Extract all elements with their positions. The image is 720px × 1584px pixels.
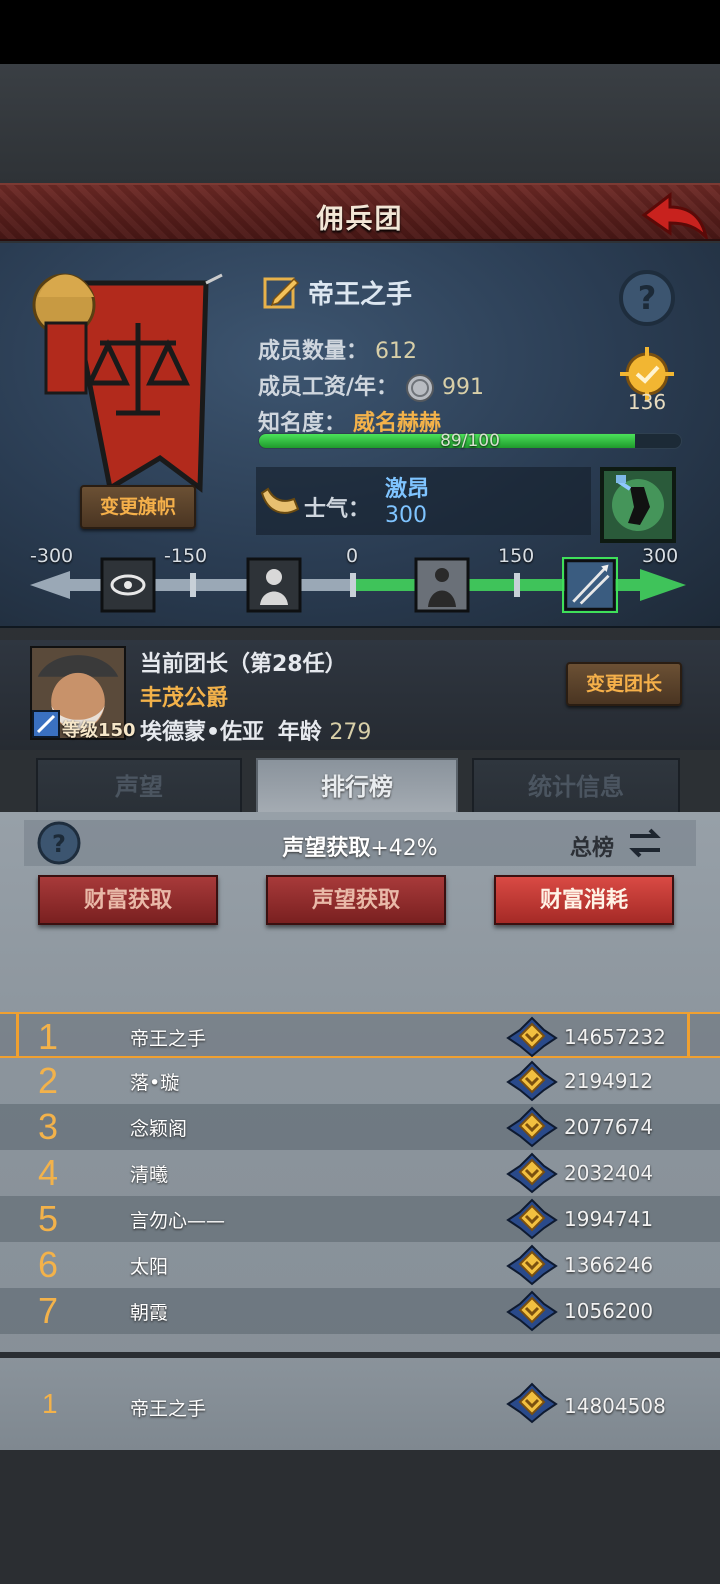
rank-score: 1994741 xyxy=(564,1207,654,1231)
tab-statistics[interactable]: 统计信息 xyxy=(472,758,680,814)
leader-level: 等级150 xyxy=(62,720,136,741)
board-toggle-label[interactable]: 总榜 xyxy=(570,830,614,862)
my-rank-number: 1 xyxy=(42,1388,58,1419)
rank-guild-name: 太阳 xyxy=(130,1256,169,1278)
morale-value: 300 xyxy=(385,503,427,528)
leader-title: 当前团长（第28任） xyxy=(140,652,347,677)
gold-emblem-icon xyxy=(506,1106,558,1148)
horn-icon xyxy=(260,487,300,514)
leader-name: 埃德蒙•佐亚 xyxy=(140,720,265,745)
gold-emblem-icon xyxy=(506,1016,558,1058)
my-rank-name: 帝王之手 xyxy=(130,1398,207,1420)
leader-section: 等级150 当前团长（第28任） 丰茂公爵 埃德蒙•佐亚 年龄 279 变更团长 xyxy=(0,640,720,750)
edit-name-icon[interactable] xyxy=(262,273,300,311)
scale-label-0: 0 xyxy=(346,545,359,567)
gold-emblem-icon xyxy=(506,1290,558,1332)
title-bar: 佣兵团 xyxy=(0,183,720,241)
rank-guild-name: 帝王之手 xyxy=(130,1028,207,1050)
salary-value: 991 xyxy=(442,375,485,400)
swap-icon[interactable] xyxy=(626,824,664,862)
ranking-row[interactable]: 2 落•璇 2194912 xyxy=(0,1058,720,1104)
rank-score: 1366246 xyxy=(564,1253,654,1277)
ranking-row[interactable]: 1 帝王之手 14657232 xyxy=(0,1012,720,1058)
ranking-row[interactable]: 5 言勿心—— 1994741 xyxy=(0,1196,720,1242)
rank-number: 2 xyxy=(38,1060,59,1101)
member-count-row: 成员数量： 612 xyxy=(258,333,417,365)
morale-state: 激昂 xyxy=(385,477,430,502)
rank-number: 7 xyxy=(38,1290,59,1331)
my-rank-score: 14804508 xyxy=(564,1394,666,1418)
despair-icon[interactable] xyxy=(246,557,302,613)
rank-guild-name: 言勿心—— xyxy=(130,1210,226,1232)
tab-reputation[interactable]: 声望 xyxy=(36,758,242,814)
member-count-label: 成员数量： xyxy=(258,339,369,364)
gold-emblem-icon xyxy=(506,1244,558,1286)
guild-name: 帝王之手 xyxy=(308,279,413,310)
gold-emblem-icon xyxy=(506,1152,558,1194)
scale-label-minus150: -150 xyxy=(164,545,208,567)
panic-eye-icon[interactable] xyxy=(100,557,156,613)
tab-bar: 声望 排行榜 统计信息 xyxy=(30,758,686,818)
fame-bonus-label: 声望获取 xyxy=(282,836,371,861)
bottom-area xyxy=(0,1450,720,1584)
rank-guild-name: 清曦 xyxy=(130,1164,169,1186)
fame-progress-text: 89/100 xyxy=(440,431,500,451)
ranking-row[interactable]: 4 清曦 2032404 xyxy=(0,1150,720,1196)
my-rank-row[interactable]: 1 帝王之手 14804508 xyxy=(0,1352,720,1450)
sword-level-icon xyxy=(32,710,60,738)
rank-number: 1 xyxy=(38,1016,59,1057)
rank-guild-name: 落•璇 xyxy=(130,1072,180,1094)
gold-emblem-icon xyxy=(506,1382,558,1424)
scale-label-300: 300 xyxy=(642,545,679,567)
silver-coin-icon xyxy=(406,374,435,402)
salary-label: 成员工资/年： xyxy=(258,375,399,400)
status-bar-area xyxy=(0,0,720,64)
medal-count: 136 xyxy=(627,390,667,414)
charging-soldier-icon[interactable] xyxy=(600,467,676,543)
ranking-row[interactable]: 6 太阳 1366246 xyxy=(0,1242,720,1288)
member-count-value: 612 xyxy=(375,339,418,364)
fame-bonus-value: +42% xyxy=(370,836,438,861)
wealth-spent-button[interactable]: 财富消耗 xyxy=(494,875,674,925)
gold-emblem-icon xyxy=(506,1198,558,1240)
scale-label-minus300: -300 xyxy=(30,545,74,567)
ranking-row[interactable]: 7 朝霞 1056200 xyxy=(0,1288,720,1334)
rank-score: 2194912 xyxy=(564,1069,654,1093)
rank-score: 1056200 xyxy=(564,1299,654,1323)
morale-label: 士气： xyxy=(304,497,371,522)
rank-number: 6 xyxy=(38,1244,59,1285)
calm-icon[interactable] xyxy=(414,557,470,613)
change-leader-button[interactable]: 变更团长 xyxy=(566,662,682,706)
gold-emblem-icon xyxy=(506,1060,558,1102)
guild-banner-icon[interactable] xyxy=(30,263,230,493)
svg-text:?: ? xyxy=(638,279,657,317)
rank-guild-name: 朝霞 xyxy=(130,1302,169,1324)
leader-info-row: 埃德蒙•佐亚 年龄 279 xyxy=(140,714,371,746)
salary-row: 成员工资/年： 991 xyxy=(258,369,484,403)
rank-score: 14657232 xyxy=(564,1025,666,1049)
fame-gain-button[interactable]: 声望获取 xyxy=(266,875,446,925)
rank-guild-name: 念颖阁 xyxy=(130,1118,188,1140)
page-title: 佣兵团 xyxy=(316,204,404,235)
ranking-row[interactable]: 3 念颖阁 2077674 xyxy=(0,1104,720,1150)
leader-age-label: 年龄 xyxy=(277,720,322,745)
wealth-gain-button[interactable]: 财富获取 xyxy=(38,875,218,925)
change-flag-button[interactable]: 变更旗帜 xyxy=(80,485,196,529)
rank-score: 2077674 xyxy=(564,1115,654,1139)
scale-label-150: 150 xyxy=(498,545,535,567)
help-icon[interactable]: ? xyxy=(618,269,676,327)
leader-rank-title: 丰茂公爵 xyxy=(140,686,229,711)
back-arrow-icon[interactable] xyxy=(640,189,710,239)
leader-age: 279 xyxy=(329,720,372,745)
rank-number: 5 xyxy=(38,1198,59,1239)
spear-charge-icon[interactable] xyxy=(562,557,618,613)
guild-name-row: 帝王之手 xyxy=(262,273,412,311)
guild-profile-panel: 变更旗帜 帝王之手 ? 成员数量： 612 成员工资/年： 991 知名度： 威… xyxy=(0,243,720,628)
rank-score: 2032404 xyxy=(564,1161,654,1185)
tab-ranking[interactable]: 排行榜 xyxy=(256,758,458,818)
rank-number: 4 xyxy=(38,1152,59,1193)
rank-number: 3 xyxy=(38,1106,59,1147)
